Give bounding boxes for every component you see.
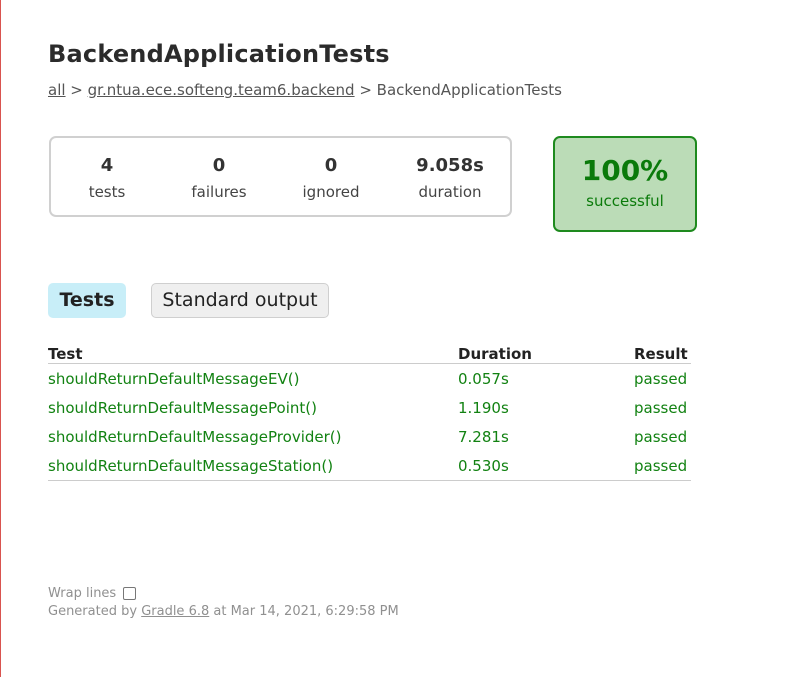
test-name-cell: shouldReturnDefaultMessageProvider() — [48, 427, 342, 446]
success-percentage: 100% — [581, 154, 669, 187]
test-name-cell: shouldReturnDefaultMessageEV() — [48, 369, 300, 388]
table-row: shouldReturnDefaultMessageProvider() 7.2… — [48, 422, 691, 451]
duration-cell: 0.530s — [458, 451, 634, 481]
generated-timestamp: at Mar 14, 2021, 6:29:58 PM — [209, 604, 399, 619]
gradle-link[interactable]: Gradle 6.8 — [141, 604, 209, 619]
breadcrumb-separator: > — [65, 81, 88, 99]
duration-cell: 0.057s — [458, 369, 509, 388]
tests-table: Test Duration Result shouldReturnDefault… — [48, 342, 691, 481]
failures-counter: 0 failures — [169, 155, 269, 201]
result-cell: passed — [634, 369, 688, 388]
generated-by-text: Generated by Gradle 6.8 at Mar 14, 2021,… — [48, 604, 399, 619]
wrap-lines-checkbox[interactable] — [123, 587, 137, 600]
table-row: shouldReturnDefaultMessageEV() 0.057s pa… — [48, 364, 691, 394]
column-header-test: Test — [48, 342, 458, 364]
result-cell: passed — [634, 451, 691, 481]
column-header-duration: Duration — [458, 342, 634, 364]
summary-box: 4 tests 0 failures 0 ignored 9.058s dura… — [49, 136, 512, 217]
footer: Wrap lines Generated by Gradle 6.8 at Ma… — [48, 586, 399, 619]
breadcrumb-package-link[interactable]: gr.ntua.ece.softeng.team6.backend — [88, 81, 355, 99]
success-rate-box: 100% successful — [553, 136, 697, 232]
duration-value: 9.058s — [416, 155, 484, 176]
success-label: successful — [586, 192, 664, 210]
breadcrumb-separator: > — [354, 81, 377, 99]
breadcrumb-current: BackendApplicationTests — [376, 81, 562, 99]
ignored-label: ignored — [302, 183, 360, 201]
tests-count: 4 — [100, 155, 114, 176]
tests-counter: 4 tests — [57, 155, 157, 201]
wrap-lines-control: Wrap lines — [48, 586, 399, 601]
duration-cell: 1.190s — [458, 398, 509, 417]
tests-label: tests — [88, 183, 126, 201]
left-border — [0, 0, 1, 677]
failures-count: 0 — [212, 155, 226, 176]
generated-prefix: Generated by — [48, 604, 142, 619]
tab-standard-output[interactable]: Standard output — [151, 283, 329, 318]
table-row: shouldReturnDefaultMessagePoint() 1.190s… — [48, 393, 691, 422]
tab-tests[interactable]: Tests — [48, 283, 126, 318]
result-cell: passed — [634, 398, 688, 417]
breadcrumb-all-link[interactable]: all — [48, 81, 66, 99]
ignored-counter: 0 ignored — [281, 155, 381, 201]
test-name-cell: shouldReturnDefaultMessageStation() — [48, 451, 458, 481]
column-header-result: Result — [634, 342, 691, 364]
duration-counter: 9.058s duration — [400, 155, 500, 201]
breadcrumb: all > gr.ntua.ece.softeng.team6.backend … — [48, 81, 748, 99]
result-cell: passed — [634, 427, 688, 446]
report-content: BackendApplicationTests all > gr.ntua.ec… — [48, 40, 748, 619]
ignored-count: 0 — [324, 155, 338, 176]
table-header-row: Test Duration Result — [48, 342, 691, 364]
test-name-cell: shouldReturnDefaultMessagePoint() — [48, 398, 317, 417]
table-row: shouldReturnDefaultMessageStation() 0.53… — [48, 451, 691, 481]
wrap-lines-label: Wrap lines — [48, 586, 117, 601]
duration-cell: 7.281s — [458, 427, 509, 446]
duration-label: duration — [418, 183, 482, 201]
page-title: BackendApplicationTests — [48, 40, 390, 68]
failures-label: failures — [191, 183, 247, 201]
